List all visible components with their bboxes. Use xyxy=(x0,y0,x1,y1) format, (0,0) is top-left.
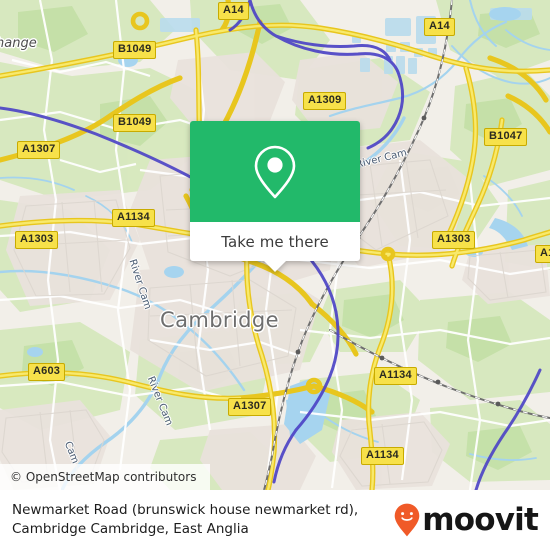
attribution-text: © OpenStreetMap contributors xyxy=(10,470,197,484)
road-shield-a1303-west[interactable]: A1303 xyxy=(15,231,59,249)
road-shield-a1303-east[interactable]: A1303 xyxy=(432,231,476,249)
road-shield-a1134-east[interactable]: A1134 xyxy=(374,367,417,385)
map-label-cambridge: Cambridge xyxy=(160,308,279,332)
map-label-interchange: hange xyxy=(0,36,37,51)
location-caption: Newmarket Road (brunswick house newmarke… xyxy=(12,502,359,537)
map-canvas[interactable]: Cambridge hange River Cam River Cam Rive… xyxy=(0,0,550,490)
map-attribution[interactable]: © OpenStreetMap contributors xyxy=(0,464,211,490)
moovit-logo[interactable]: moovit xyxy=(394,501,539,538)
road-shield-b1049-top[interactable]: B1049 xyxy=(113,41,157,59)
callout-icon-panel xyxy=(190,121,360,222)
footer-bar: Newmarket Road (brunswick house newmarke… xyxy=(0,490,550,550)
location-callout-card[interactable]: Take me there xyxy=(190,121,360,272)
road-shield-a1309[interactable]: A1309 xyxy=(303,92,347,110)
callout-cta-bar[interactable]: Take me there xyxy=(190,222,360,261)
road-shield-a14-north[interactable]: A14 xyxy=(218,2,249,20)
callout-cta-label: Take me there xyxy=(221,232,329,251)
road-shield-a1134-south[interactable]: A1134 xyxy=(361,447,404,465)
road-shield-a1134-nw[interactable]: A1134 xyxy=(112,209,155,227)
road-shield-b1047[interactable]: B1047 xyxy=(484,128,528,146)
road-shield-a1307-south[interactable]: A1307 xyxy=(228,398,272,416)
moovit-smiley-pin-icon xyxy=(394,503,420,537)
road-shield-b1049-lower[interactable]: B1049 xyxy=(113,114,157,132)
moovit-wordmark: moovit xyxy=(422,501,539,538)
road-shield-a1-edge[interactable]: A1 xyxy=(535,245,550,263)
road-shield-a14-east[interactable]: A14 xyxy=(424,18,455,36)
location-pin-icon xyxy=(254,145,296,198)
road-shield-a603[interactable]: A603 xyxy=(28,363,66,381)
map-screenshot: Cambridge hange River Cam River Cam Rive… xyxy=(0,0,550,550)
callout-pointer-tail xyxy=(264,261,286,272)
road-shield-a1307-nw[interactable]: A1307 xyxy=(17,141,61,159)
